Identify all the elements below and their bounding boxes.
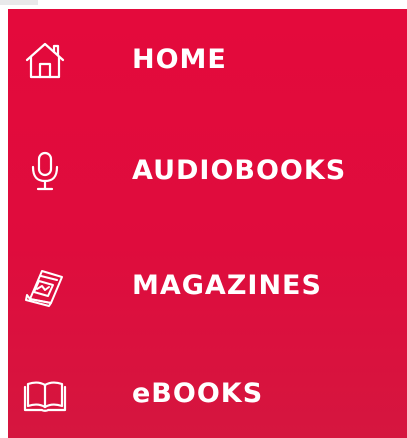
window-edge (0, 0, 38, 5)
open-book-icon (22, 373, 68, 415)
menu-item-label: AUDIOBOOKS (132, 155, 347, 186)
menu-item-label: eBOOKS (132, 378, 264, 409)
menu-item-label: HOME (132, 44, 227, 75)
menu-item-home[interactable]: HOME (8, 29, 407, 91)
navigation-menu: HOME AUDIOBOOKS MAGAZINES eBOOKS (8, 9, 407, 438)
magazine-icon (22, 265, 68, 307)
menu-item-magazines[interactable]: MAGAZINES (8, 255, 407, 317)
microphone-icon (22, 150, 68, 192)
menu-item-audiobooks[interactable]: AUDIOBOOKS (8, 140, 407, 202)
home-icon (22, 39, 68, 81)
app-frame: HOME AUDIOBOOKS MAGAZINES eBOOKS (0, 0, 407, 438)
menu-item-ebooks[interactable]: eBOOKS (8, 363, 407, 425)
menu-item-label: MAGAZINES (132, 270, 322, 301)
